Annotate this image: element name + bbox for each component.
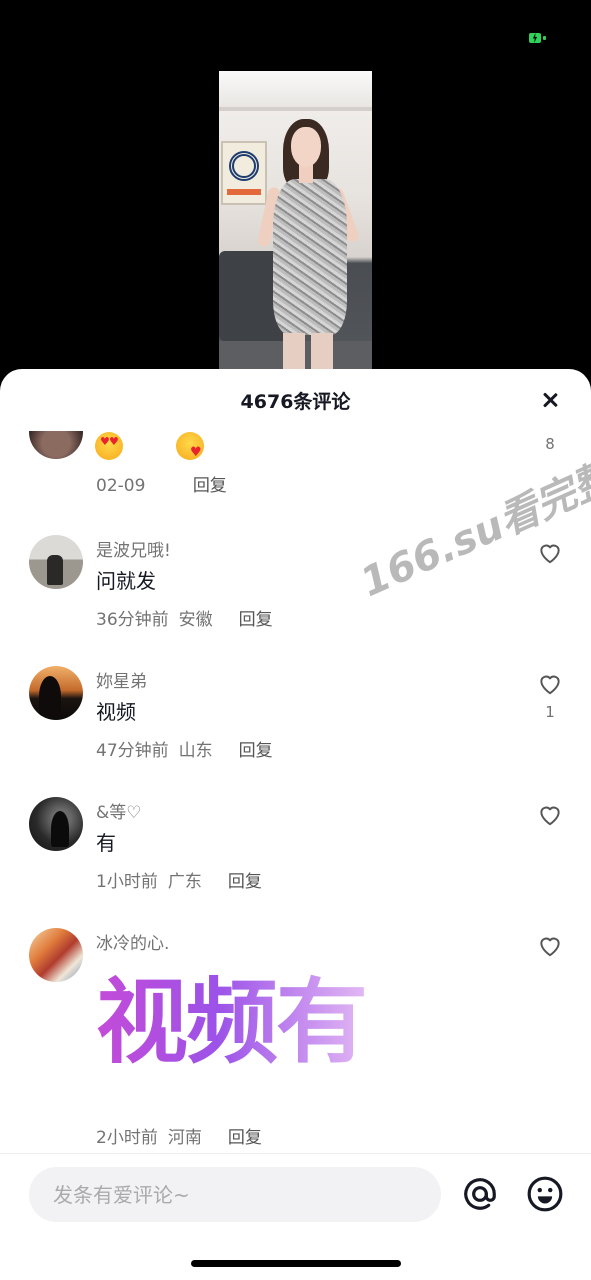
heart-outline-icon[interactable] [537, 540, 563, 566]
comment-location: 山东 [178, 741, 213, 761]
comment-date: 36分钟前 [96, 610, 169, 630]
comment-location: 安徽 [178, 610, 213, 630]
avatar[interactable] [29, 666, 83, 720]
video-thumbnail[interactable] [219, 71, 372, 381]
like-count: 1 [545, 703, 555, 721]
comment-text: 有 [96, 831, 116, 855]
comment-meta: 02-09 回复 [96, 471, 237, 496]
heart-eyes-emoji [95, 432, 123, 460]
comment-location: 河南 [167, 1128, 202, 1148]
comment-location: 广东 [167, 872, 202, 892]
home-indicator [191, 1260, 401, 1267]
comment-item: 妳星弟 视频 47分钟前 山东 回复 1 [0, 666, 591, 796]
avatar[interactable] [29, 535, 83, 589]
video-area[interactable] [0, 0, 591, 400]
reply-button[interactable]: 回复 [228, 1128, 262, 1148]
comment-username[interactable]: &等♡ [96, 798, 142, 823]
comment-input[interactable] [29, 1167, 441, 1222]
comment-date: 1小时前 [96, 872, 158, 892]
comments-count-title: 4676条评论 [240, 391, 351, 413]
comment-username[interactable]: 妳星弟 [96, 667, 147, 692]
comment-username[interactable]: 冰冷的心. [96, 929, 169, 954]
heart-outline-icon[interactable] [537, 933, 563, 959]
avatar[interactable] [29, 797, 83, 851]
comment-item: 是波兄哦! 问就发 36分钟前 安徽 回复 [0, 535, 591, 665]
comment-date: 2小时前 [96, 1128, 158, 1148]
comment-date: 47分钟前 [96, 741, 169, 761]
reply-button[interactable]: 回复 [239, 741, 273, 761]
comment-sticker[interactable]: 视频有 [96, 973, 400, 1073]
heart-outline-icon[interactable] [537, 802, 563, 828]
comment-date: 02-09 [96, 476, 146, 496]
battery-icon [529, 33, 547, 43]
heart-outline-icon[interactable] [537, 671, 563, 697]
kiss-emoji [176, 432, 204, 460]
avatar[interactable] [29, 928, 83, 982]
sticker-text: 视频有 [96, 969, 368, 1076]
comment-input-bar [0, 1153, 591, 1280]
comment-meta: 36分钟前 安徽 回复 [96, 605, 283, 630]
comment-meta: 47分钟前 山东 回复 [96, 736, 283, 761]
at-icon[interactable] [461, 1175, 499, 1213]
comment-list[interactable]: 02-09 回复 8 是波兄哦! 问就发 36分钟前安徽回复 妳星弟 视频 [0, 431, 591, 1153]
avatar[interactable] [29, 431, 83, 459]
comments-sheet: 4676条评论 02-09 回复 8 是波兄哦! 问就发 36分钟前安徽回复 [0, 369, 591, 1280]
emoji-icon[interactable] [526, 1175, 564, 1213]
comment-text: 问就发 [96, 569, 156, 593]
reply-button[interactable]: 回复 [228, 872, 262, 892]
reply-button[interactable]: 回复 [193, 476, 227, 496]
like-count: 8 [545, 435, 555, 453]
comment-input-pill[interactable] [29, 1167, 441, 1222]
comment-item: &等♡ 有 1小时前 广东 回复 [0, 797, 591, 927]
comment-text: 视频 [96, 700, 136, 724]
close-icon[interactable] [535, 385, 565, 415]
comment-meta: 1小时前 广东 回复 [96, 867, 272, 892]
comment-meta: 2小时前 河南 回复 [96, 1123, 272, 1148]
comment-username[interactable]: 是波兄哦! [96, 536, 171, 561]
reply-button[interactable]: 回复 [239, 610, 273, 630]
